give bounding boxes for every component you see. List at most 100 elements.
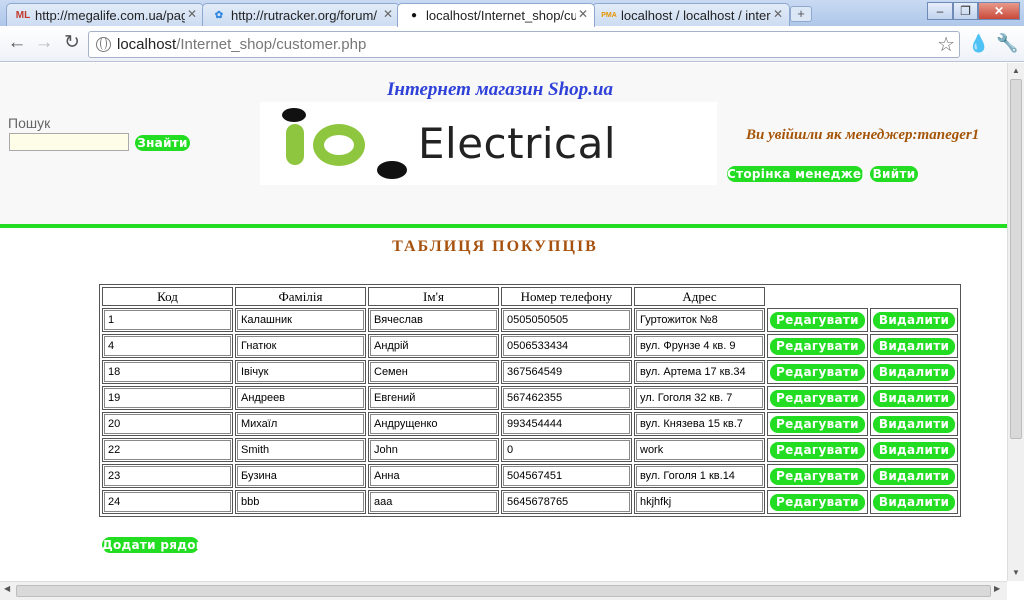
code-value: 22 [104,440,231,460]
browser-tab-1[interactable]: ML http://megalife.com.ua/pag ✕ [6,3,204,26]
manager-page-button[interactable]: Сторінка менеджера [727,166,878,182]
column-header-name: Ім'я [368,287,499,306]
table-header-row: Код Фамілія Ім'я Номер телефону Адрес [102,287,958,306]
search-input[interactable] [9,133,129,151]
phone-value: 993454444 [503,414,630,434]
browser-tabstrip: ML http://megalife.com.ua/pag ✕ ✿ http:/… [0,0,1024,27]
edit-button[interactable]: Редагувати [770,442,865,459]
delete-button[interactable]: Видалити [872,416,956,433]
cell-code: 23 [102,464,233,488]
browser-tab-4[interactable]: PMA localhost / localhost / interr ✕ [592,3,790,26]
edit-button[interactable]: Редагувати [770,338,865,355]
forward-arrow-icon[interactable]: → [32,32,56,56]
edit-button[interactable]: Редагувати [770,494,865,511]
delete-cell: Видалити [869,334,959,358]
cell-code: 4 [102,334,233,358]
name-value: Вячеслав [370,310,497,330]
delete-button[interactable]: Видалити [872,364,956,381]
add-row-button[interactable]: Додати рядок [102,537,204,553]
logout-button[interactable]: Вийти [870,166,918,182]
cell-address: Гуртожиток №8 [634,308,765,332]
phone-value: 0506533434 [503,336,630,356]
cell-name: Евгений [368,386,499,410]
phone-value: 5645678765 [503,492,630,512]
new-tab-button[interactable]: + [790,6,812,22]
cell-code: 20 [102,412,233,436]
code-value: 20 [104,414,231,434]
address-value: hkjhfkj [636,492,763,512]
extension-drop-icon[interactable]: 💧 [968,34,989,54]
maximize-button[interactable]: ❐ [953,2,978,20]
name-value: John [370,440,497,460]
phone-value: 0 [503,440,630,460]
search-button[interactable]: Знайти [135,135,190,151]
cell-surname: Михаїл [235,412,366,436]
delete-button[interactable]: Видалити [872,468,956,485]
tab-close-icon[interactable]: ✕ [578,7,588,21]
bookmark-star-icon[interactable]: ☆ [937,32,955,57]
cell-name: John [368,438,499,462]
edit-button[interactable]: Редагувати [770,364,865,381]
edit-button[interactable]: Редагувати [770,312,865,329]
close-window-button[interactable]: ✕ [978,2,1020,20]
tab-close-icon[interactable]: ✕ [187,7,197,21]
delete-button[interactable]: Видалити [872,442,956,459]
address-bar[interactable]: localhost/Internet_shop/customer.php ☆ [88,31,960,58]
delete-button[interactable]: Видалити [872,494,956,511]
vertical-scrollbar[interactable]: ▲ ▼ [1007,63,1024,581]
surname-value: bbb [237,492,364,512]
minimize-button[interactable]: – [927,2,953,20]
reload-icon[interactable]: ↻ [60,32,84,56]
surname-value: Андреев [237,388,364,408]
wrench-icon[interactable]: 🔧 [996,33,1018,54]
address-value: вул. Артема 17 кв.34 [636,362,763,382]
scroll-down-icon[interactable]: ▼ [1008,566,1024,580]
code-value: 4 [104,336,231,356]
scroll-right-icon[interactable]: ▶ [994,584,1000,593]
search-label: Пошук [8,115,51,131]
browser-tab-3[interactable]: ● localhost/Internet_shop/cus ✕ [397,3,595,27]
delete-button[interactable]: Видалити [872,390,956,407]
surname-value: Smith [237,440,364,460]
table-row: 4 Гнатюк Андрій 0506533434 вул. Фрунзе 4 кв.… [102,334,959,358]
table-row: 22 Smith John 0 work Редагувати Видалити [102,438,959,462]
edit-button[interactable]: Редагувати [770,416,865,433]
edit-button[interactable]: Редагувати [770,468,865,485]
cell-name: Андрій [368,334,499,358]
scrollbar-thumb[interactable] [1010,79,1022,439]
surname-value: Бузина [237,466,364,486]
edit-button[interactable]: Редагувати [770,390,865,407]
tab-title: http://rutracker.org/forum/ [231,8,377,23]
code-value: 24 [104,492,231,512]
cell-surname: Бузина [235,464,366,488]
edit-cell: Редагувати [767,464,868,488]
back-arrow-icon[interactable]: ← [5,32,29,56]
delete-button[interactable]: Видалити [872,338,956,355]
tab-close-icon[interactable]: ✕ [383,7,393,21]
delete-button[interactable]: Видалити [872,312,956,329]
scroll-up-icon[interactable]: ▲ [1008,64,1024,78]
edit-cell: Редагувати [767,438,868,462]
logo-q-shape [313,124,365,166]
tab-title: localhost / localhost / interr [621,8,771,23]
cell-phone: 0506533434 [501,334,632,358]
phone-value: 567462355 [503,388,630,408]
cell-surname: Smith [235,438,366,462]
edit-cell: Редагувати [767,308,868,332]
browser-tab-2[interactable]: ✿ http://rutracker.org/forum/ ✕ [202,3,400,26]
horizontal-scrollbar[interactable]: ◀ ▶ [0,581,1007,600]
scrollbar-thumb[interactable] [16,585,991,597]
logo-dot [282,108,306,122]
table-row: 19 Андреев Евгений 567462355 ул. Гоголя 32 к… [102,386,959,410]
incognito-favicon-icon: ● [410,10,418,21]
cell-address: work [634,438,765,462]
edit-cell: Редагувати [767,360,868,384]
cell-surname: Андреев [235,386,366,410]
phone-value: 0505050505 [503,310,630,330]
scroll-left-icon[interactable]: ◀ [4,584,10,593]
cell-phone: 567462355 [501,386,632,410]
table-body: 1 Калашник Вячеслав 0505050505 Гуртожиток №8… [102,308,959,514]
iq-electrical-logo: Electrical [260,102,717,185]
tab-close-icon[interactable]: ✕ [773,7,783,21]
table-row: 1 Калашник Вячеслав 0505050505 Гуртожиток №8… [102,308,959,332]
